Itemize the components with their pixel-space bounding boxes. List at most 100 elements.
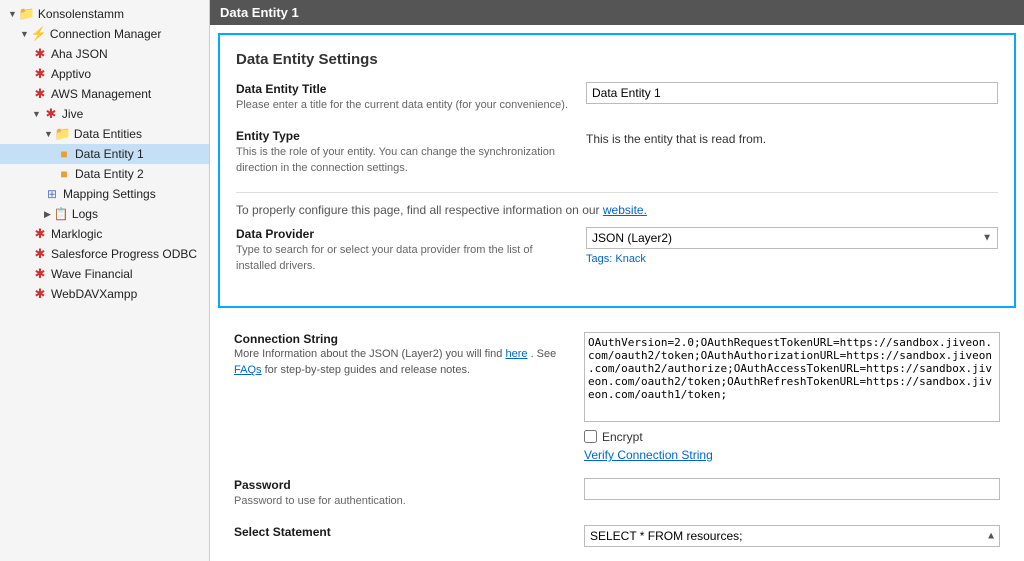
select-statement-label: Select Statement bbox=[234, 525, 572, 539]
mapping-icon: ⊞ bbox=[44, 186, 60, 202]
password-input[interactable] bbox=[584, 478, 1000, 500]
sidebar-item-label: Wave Financial bbox=[51, 267, 133, 281]
settings-card: Data Entity Settings Data Entity Title P… bbox=[218, 33, 1016, 308]
folder-icon: 📁 bbox=[19, 6, 35, 22]
connection-icon: ⚡ bbox=[31, 26, 47, 42]
data-provider-select-wrap: JSON (Layer2) SQL Server OData SharePoin… bbox=[586, 227, 998, 249]
sidebar-item-logs[interactable]: ▶ 📋 Logs bbox=[0, 204, 209, 224]
website-link[interactable]: website. bbox=[603, 203, 647, 217]
data-provider-control: JSON (Layer2) SQL Server OData SharePoin… bbox=[586, 227, 998, 265]
tags-row: Tags: Knack bbox=[586, 253, 998, 265]
sidebar-item-label: Data Entity 2 bbox=[75, 167, 144, 181]
arrow-icon: ▼ bbox=[8, 9, 17, 19]
sidebar-item-marklogic[interactable]: ✱ Marklogic bbox=[0, 224, 209, 244]
sidebar-item-label: Connection Manager bbox=[50, 27, 161, 41]
sidebar-item-salesforce[interactable]: ✱ Salesforce Progress ODBC bbox=[0, 244, 209, 264]
sidebar: ▼ 📁 Konsolenstamm ▼ ⚡ Connection Manager… bbox=[0, 0, 210, 561]
sidebar-item-apptivo[interactable]: ✱ Apptivo bbox=[0, 64, 209, 84]
entity-type-label: Entity Type bbox=[236, 129, 574, 143]
entity-icon: ■ bbox=[56, 166, 72, 182]
here-link[interactable]: here bbox=[505, 348, 527, 360]
gear-icon: ✱ bbox=[32, 46, 48, 62]
encrypt-checkbox[interactable] bbox=[584, 430, 597, 443]
faqs-link[interactable]: FAQs bbox=[234, 364, 262, 376]
entity-icon: ■ bbox=[56, 146, 72, 162]
main-panel: Data Entity 1 Data Entity Settings Data … bbox=[210, 0, 1024, 561]
gear-icon: ✱ bbox=[32, 246, 48, 262]
password-row: Password Password to use for authenticat… bbox=[234, 478, 1000, 509]
sidebar-item-label: Logs bbox=[72, 207, 98, 221]
chevron-up-icon: ▲ bbox=[986, 531, 996, 542]
logs-icon: 📋 bbox=[53, 206, 69, 222]
sidebar-item-data-entity-1[interactable]: ■ Data Entity 1 bbox=[0, 144, 209, 164]
select-statement-row: Select Statement ▲ bbox=[234, 525, 1000, 547]
sidebar-item-webdav[interactable]: ✱ WebDAVXampp bbox=[0, 284, 209, 304]
connection-string-label: Connection String bbox=[234, 332, 572, 346]
sidebar-item-aws[interactable]: ✱ AWS Management bbox=[0, 84, 209, 104]
see-text: . See bbox=[531, 348, 557, 360]
sidebar-item-label: Salesforce Progress ODBC bbox=[51, 247, 197, 261]
connection-string-section: Connection String More Information about… bbox=[218, 316, 1016, 561]
gear-icon: ✱ bbox=[32, 266, 48, 282]
entity-title-control bbox=[586, 82, 998, 104]
sidebar-item-label: Apptivo bbox=[51, 67, 91, 81]
data-provider-label: Data Provider bbox=[236, 227, 574, 241]
data-provider-select[interactable]: JSON (Layer2) SQL Server OData SharePoin… bbox=[586, 227, 998, 249]
section-title: Data Entity Settings bbox=[236, 51, 998, 68]
entity-type-row: Entity Type This is the role of your ent… bbox=[236, 129, 998, 176]
sidebar-item-aha-json[interactable]: ✱ Aha JSON bbox=[0, 44, 209, 64]
arrow-icon: ▶ bbox=[44, 209, 51, 220]
entity-title-label: Data Entity Title bbox=[236, 82, 574, 96]
select-statement-label-col: Select Statement bbox=[234, 525, 584, 539]
tags-value: Knack bbox=[615, 253, 646, 265]
sidebar-item-jive[interactable]: ▼ ✱ Jive bbox=[0, 104, 209, 124]
entity-title-input[interactable] bbox=[586, 82, 998, 104]
sidebar-item-label: Aha JSON bbox=[51, 47, 108, 61]
tags-prefix: Tags: bbox=[586, 253, 612, 265]
sidebar-item-wave-financial[interactable]: ✱ Wave Financial bbox=[0, 264, 209, 284]
sidebar-item-data-entities[interactable]: ▼ 📁 Data Entities bbox=[0, 124, 209, 144]
sidebar-item-mapping-settings[interactable]: ⊞ Mapping Settings bbox=[0, 184, 209, 204]
connection-string-textarea[interactable]: OAuthVersion=2.0;OAuthRequestTokenURL=ht… bbox=[584, 332, 1000, 422]
more-info-prefix: More Information about the JSON (Layer2)… bbox=[234, 348, 502, 360]
encrypt-label: Encrypt bbox=[602, 430, 643, 444]
gear-icon: ✱ bbox=[32, 86, 48, 102]
password-label-col: Password Password to use for authenticat… bbox=[234, 478, 584, 509]
sidebar-item-label: Jive bbox=[62, 107, 83, 121]
data-provider-desc: Type to search for or select your data p… bbox=[236, 243, 574, 274]
divider bbox=[236, 192, 998, 193]
connection-string-row: Connection String More Information about… bbox=[234, 332, 1000, 462]
sidebar-item-label: Konsolenstamm bbox=[38, 7, 124, 21]
entity-type-desc: This is the role of your entity. You can… bbox=[236, 145, 574, 176]
main-body: Data Entity Settings Data Entity Title P… bbox=[210, 25, 1024, 561]
for-text: for step-by-step guides and release note… bbox=[265, 364, 470, 376]
sidebar-item-konsolenstamm[interactable]: ▼ 📁 Konsolenstamm bbox=[0, 4, 209, 24]
arrow-icon: ▼ bbox=[32, 109, 41, 119]
entity-title-row: Data Entity Title Please enter a title f… bbox=[236, 82, 998, 113]
gear-icon: ✱ bbox=[43, 106, 59, 122]
arrow-icon: ▼ bbox=[20, 29, 29, 39]
password-label: Password bbox=[234, 478, 572, 492]
encrypt-row: Encrypt bbox=[584, 430, 1000, 444]
gear-icon: ✱ bbox=[32, 286, 48, 302]
select-statement-input[interactable] bbox=[584, 525, 1000, 547]
sidebar-item-label: Data Entity 1 bbox=[75, 147, 144, 161]
more-info-text: More Information about the JSON (Layer2)… bbox=[234, 346, 572, 379]
verify-connection-link[interactable]: Verify Connection String bbox=[584, 448, 1000, 462]
entity-type-control: This is the entity that is read from. bbox=[586, 129, 998, 146]
gear-icon: ✱ bbox=[32, 66, 48, 82]
sidebar-item-label: Marklogic bbox=[51, 227, 102, 241]
data-provider-row: Data Provider Type to search for or sele… bbox=[236, 227, 998, 274]
entity-title-desc: Please enter a title for the current dat… bbox=[236, 98, 574, 113]
sidebar-item-label: Mapping Settings bbox=[63, 187, 156, 201]
arrow-icon: ▼ bbox=[44, 129, 53, 139]
main-header: Data Entity 1 bbox=[210, 0, 1024, 25]
sidebar-item-label: WebDAVXampp bbox=[51, 287, 137, 301]
sidebar-item-connection-manager[interactable]: ▼ ⚡ Connection Manager bbox=[0, 24, 209, 44]
data-provider-label-col: Data Provider Type to search for or sele… bbox=[236, 227, 586, 274]
entity-type-label-col: Entity Type This is the role of your ent… bbox=[236, 129, 586, 176]
sidebar-item-data-entity-2[interactable]: ■ Data Entity 2 bbox=[0, 164, 209, 184]
gear-icon: ✱ bbox=[32, 226, 48, 242]
sidebar-item-label: AWS Management bbox=[51, 87, 151, 101]
password-desc: Password to use for authentication. bbox=[234, 494, 572, 509]
